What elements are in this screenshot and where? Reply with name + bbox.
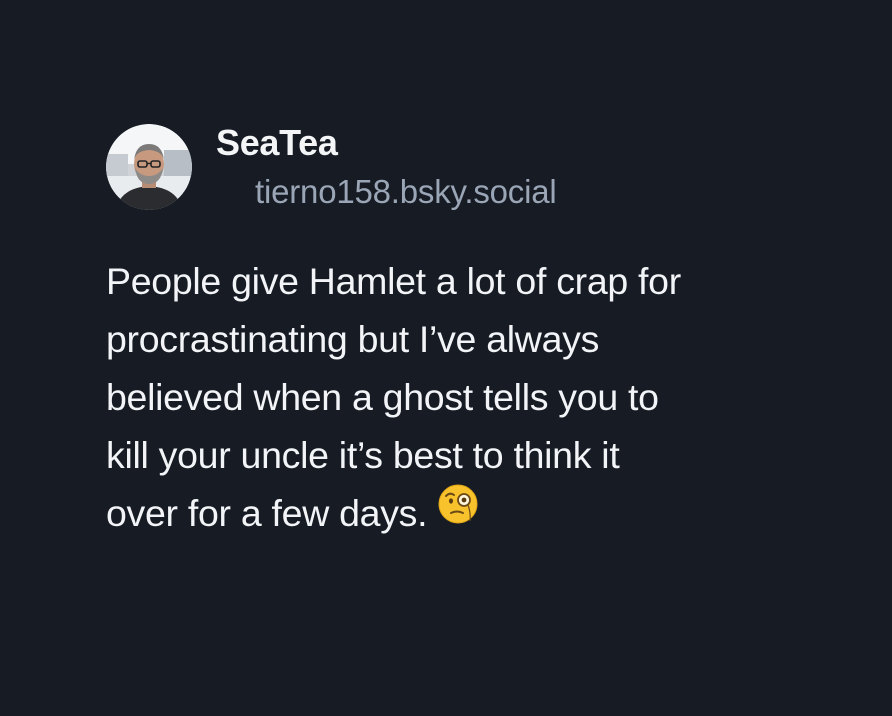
author-display-name[interactable]: SeaTea xyxy=(216,122,338,164)
post-text-line: kill your uncle it’s best to think it xyxy=(106,434,620,476)
post-text-line: over for a few days. xyxy=(106,492,428,534)
post-text-line: procrastinating but I’ve always xyxy=(106,318,600,360)
avatar[interactable] xyxy=(106,124,192,210)
post-text-line: believed when a ghost tells you to xyxy=(106,376,659,418)
author-handle[interactable]: tierno158.bsky.social xyxy=(255,173,557,211)
profile-photo-icon xyxy=(106,124,192,210)
post-text-line: People give Hamlet a lot of crap for xyxy=(106,260,681,302)
post-card: SeaTea tierno158.bsky.social People give… xyxy=(0,0,892,716)
face-with-monocle-icon xyxy=(437,483,479,541)
post-text: People give Hamlet a lot of crap for pro… xyxy=(106,252,866,542)
post-text-line-last: over for a few days. xyxy=(106,484,866,542)
